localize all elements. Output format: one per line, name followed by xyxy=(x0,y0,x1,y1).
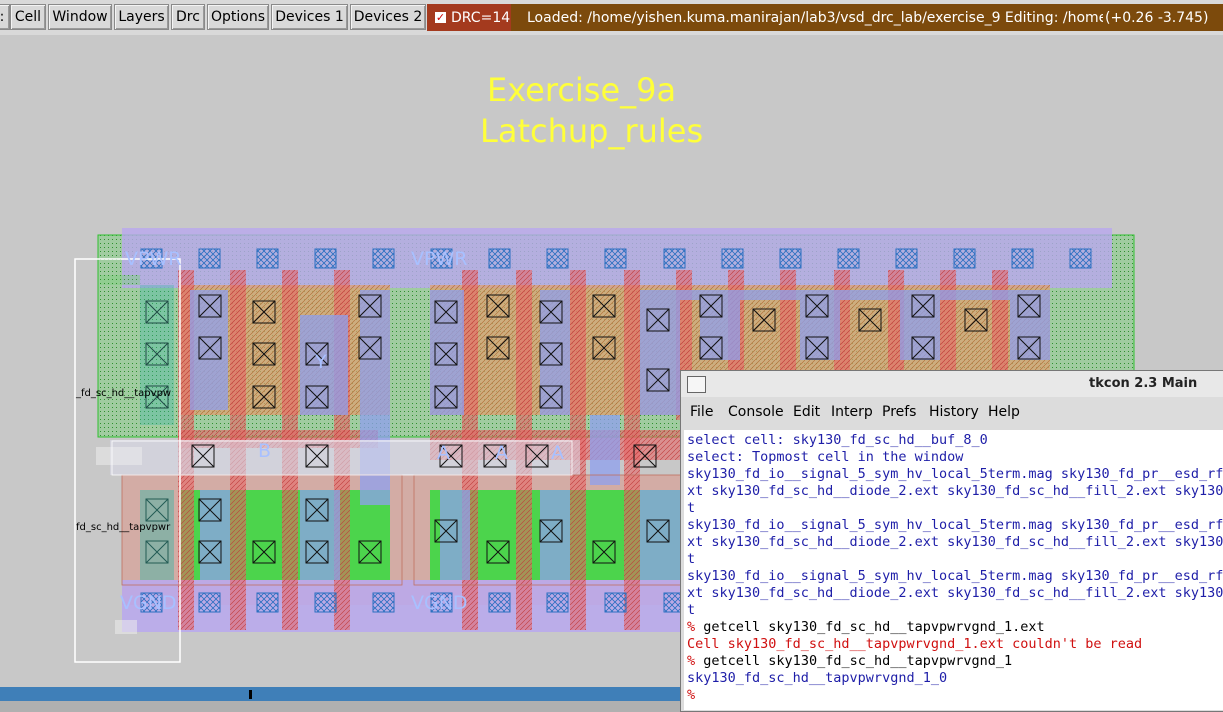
tkcon-menubar: File Console Edit Interp Prefs History H… xyxy=(681,397,1223,429)
menu-options-button[interactable]: Options xyxy=(207,4,269,30)
tkcon-console-output[interactable]: select cell: sky130_fd_sc_hd__buf_8_0 se… xyxy=(684,430,1223,710)
menu-layers-button[interactable]: Layers xyxy=(114,4,169,30)
console-prompt-input[interactable]: % xyxy=(687,687,695,704)
drc-count-label: DRC=14 xyxy=(451,9,511,26)
tkcon-menu-file[interactable]: File xyxy=(690,404,713,420)
tkcon-menu-help[interactable]: Help xyxy=(988,404,1020,420)
status-loaded-path: Loaded: /home/yishen.kuma.manirajan/lab3… xyxy=(527,9,1103,26)
console-error-line: Cell sky130_fd_sc_hd__tapvpwrvgnd_1.ext … xyxy=(687,636,1143,652)
status-bar: Loaded: /home/yishen.kuma.manirajan/lab3… xyxy=(511,4,1223,31)
layout-title-line1: Exercise_9a xyxy=(487,71,677,109)
net-label-vpwr-left: VPWR xyxy=(125,248,182,270)
console-line: xt sky130_fd_sc_hd__diode_2.ext sky130_f… xyxy=(687,483,1223,499)
menu-file-button[interactable]: : xyxy=(0,4,10,30)
menu-devices2-button[interactable]: Devices 2 xyxy=(350,4,426,30)
console-line: xt sky130_fd_sc_hd__diode_2.ext sky130_f… xyxy=(687,534,1223,550)
console-line: sky130_fd_io__signal_5_sym_hv_local_5ter… xyxy=(687,517,1223,533)
net-label-y: Y xyxy=(315,351,327,373)
horizontal-scrollbar[interactable] xyxy=(0,687,690,701)
console-line: sky130_fd_io__signal_5_sym_hv_local_5ter… xyxy=(687,568,1223,584)
net-label-a3: A xyxy=(551,442,564,464)
tkcon-menu-history[interactable]: History xyxy=(929,404,979,420)
console-line: select cell: sky130_fd_sc_hd__buf_8_0 xyxy=(687,432,988,448)
console-command-line: % getcell sky130_fd_sc_hd__tapvpwrvgnd_1… xyxy=(687,619,1045,635)
layout-title-line2: Latchup_rules xyxy=(480,112,704,150)
tkcon-menu-edit[interactable]: Edit xyxy=(793,404,820,420)
tkcon-menu-prefs[interactable]: Prefs xyxy=(882,404,916,420)
net-label-b: B xyxy=(258,440,272,462)
console-command-line: % getcell sky130_fd_sc_hd__tapvpwrvgnd_1 xyxy=(687,653,1013,669)
console-line: t xyxy=(687,551,696,567)
tkcon-window[interactable]: tkcon 2.3 Main File Console Edit Interp … xyxy=(680,370,1223,712)
menu-window-button[interactable]: Window xyxy=(48,4,112,30)
console-line: xt sky130_fd_sc_hd__diode_2.ext sky130_f… xyxy=(687,585,1223,601)
menu-cell-button[interactable]: Cell xyxy=(10,4,46,30)
cell-label-tap-top: _fd_sc_hd__tapvpw xyxy=(76,388,172,399)
drc-count-toggle[interactable]: ✓ DRC=14 xyxy=(427,4,511,31)
magic-menubar: : Cell Window Layers Drc Options Devices… xyxy=(0,0,1223,35)
tkcon-menu-interp[interactable]: Interp xyxy=(831,404,873,420)
console-line: t xyxy=(687,602,696,618)
console-line: select: Topmost cell in the window xyxy=(687,449,964,465)
drc-checkbox-icon[interactable]: ✓ xyxy=(435,12,446,23)
console-line: sky130_fd_io__signal_5_sym_hv_local_5ter… xyxy=(687,466,1223,482)
menu-devices1-button[interactable]: Devices 1 xyxy=(271,4,348,30)
net-label-vpwr-mid: VPWR xyxy=(411,248,468,270)
cell-label-tap-bottom: fd_sc_hd__tapvpwr xyxy=(76,522,171,533)
tkcon-menu-console[interactable]: Console xyxy=(728,404,784,420)
net-label-a2: A xyxy=(495,442,508,464)
menu-drc-button[interactable]: Drc xyxy=(171,4,205,30)
window-menu-icon[interactable] xyxy=(687,376,706,393)
net-label-a1: A xyxy=(437,442,450,464)
net-label-vgnd-mid: VGND xyxy=(411,592,468,614)
scrollbar-thumb[interactable] xyxy=(249,690,252,699)
console-line: sky130_fd_sc_hd__tapvpwrvgnd_1_0 xyxy=(687,670,948,686)
tkcon-title: tkcon 2.3 Main xyxy=(1089,376,1198,391)
console-line: t xyxy=(687,500,696,516)
tkcon-titlebar[interactable]: tkcon 2.3 Main xyxy=(681,371,1223,398)
cursor-coordinates: (+0.26 -3.745) xyxy=(1105,9,1209,26)
net-label-vgnd-left: VGND xyxy=(120,592,177,614)
